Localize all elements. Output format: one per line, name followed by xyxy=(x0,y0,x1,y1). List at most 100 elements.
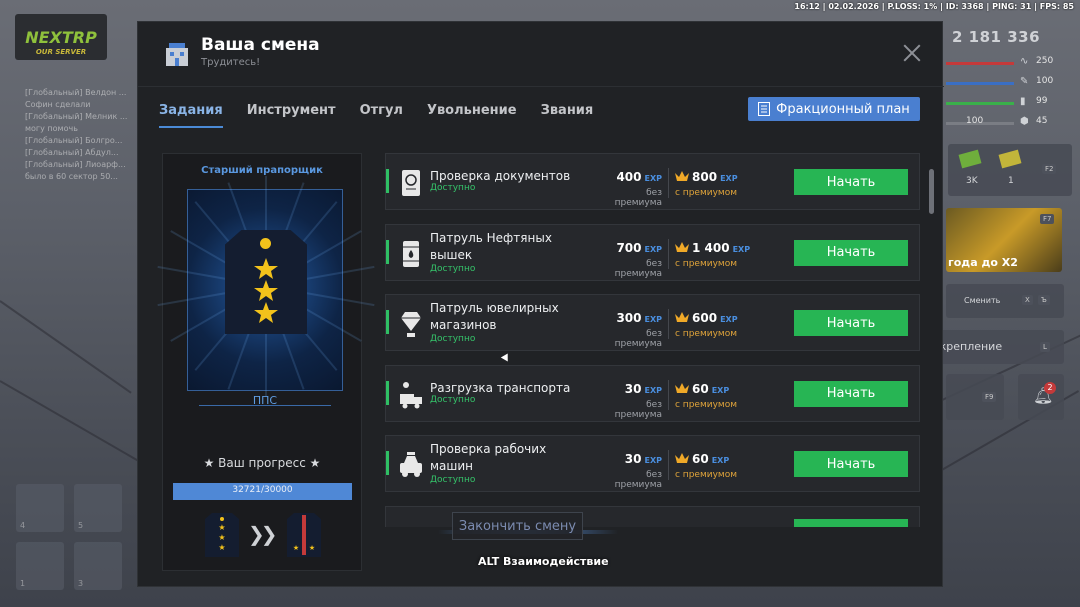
svg-text:★: ★ xyxy=(218,543,225,552)
slot-number: 3 xyxy=(78,579,84,588)
inventory-slot[interactable]: 4 xyxy=(16,484,64,532)
stat-value: 99 xyxy=(1036,96,1048,106)
police-station-icon xyxy=(166,43,188,66)
exp-unit: EXP xyxy=(644,315,663,324)
task-status: Доступно xyxy=(430,183,476,193)
change-tile[interactable]: Сменить X Ъ xyxy=(946,284,1064,318)
task-row: Проверка документов Доступно 400 EXP без пре… xyxy=(385,153,920,210)
svg-text:★: ★ xyxy=(293,544,299,552)
exp-unit: EXP xyxy=(644,385,663,395)
end-shift-button[interactable]: Закончить смену xyxy=(452,512,583,540)
logo-subtext: OUR SERVER xyxy=(35,48,87,56)
window-title: Ваша смена xyxy=(201,35,320,55)
stat-row: ✎ 100 xyxy=(946,76,1066,90)
premium-exp-value: 60 xyxy=(692,452,709,466)
start-task-button[interactable]: Начать xyxy=(794,169,908,195)
gold-icon xyxy=(998,149,1022,169)
task-premium-reward: 600 EXP xyxy=(692,311,738,325)
reward-divider xyxy=(668,238,669,269)
task-accent xyxy=(386,239,389,264)
base-exp-value: 30 xyxy=(624,381,642,396)
pin-icon: ✎ xyxy=(1020,76,1029,87)
change-key-x: X xyxy=(1022,295,1033,305)
exp-unit: EXP xyxy=(711,385,730,395)
chat-line: [Глобальный] Лиоарф... xyxy=(25,160,126,169)
exp-unit: EXP xyxy=(711,456,730,465)
stat-value: 100 xyxy=(1036,76,1054,86)
chat-line: [Глобальный] Болгро... xyxy=(25,136,123,145)
chat-line: могу помочь xyxy=(25,124,78,133)
task-accent xyxy=(386,310,389,334)
task-row: Разгрузка транспорта Доступно 30 EXP без пре… xyxy=(385,364,920,422)
tab-3[interactable]: Увольнение xyxy=(427,103,517,128)
reinforce-tile[interactable]: дкрепление L xyxy=(930,330,1064,364)
tab-4[interactable]: Звания xyxy=(541,103,594,128)
f9-tile[interactable]: F9 xyxy=(946,374,1004,420)
task-premium-reward: 60 EXP xyxy=(692,382,729,396)
passport-icon xyxy=(402,170,420,196)
f7-key: F7 xyxy=(1040,214,1055,224)
premium-exp-value: 800 xyxy=(692,170,718,184)
start-task-button[interactable]: Начать xyxy=(794,451,908,477)
slot-number: 1 xyxy=(20,579,26,588)
base-exp-value: 700 xyxy=(616,240,642,255)
stat-value: 250 xyxy=(1036,56,1054,66)
tab-0[interactable]: Задания xyxy=(159,103,223,128)
start-task-button[interactable]: Начать xyxy=(794,239,908,266)
cash-b-value: 1 xyxy=(1008,176,1014,186)
rank-progress-text: 32721/30000 xyxy=(232,485,293,495)
reward-divider xyxy=(668,168,669,198)
rank-card: Старший прапорщик ППС ★ Ваш прогресс ★ 3… xyxy=(157,153,375,571)
task-row: Патруль Нефтяных вышек Доступно 700 EXP без … xyxy=(385,223,920,281)
interaction-hint: ALT Взаимодействие xyxy=(478,555,609,568)
task-accent xyxy=(386,380,389,405)
tab-bar: Задания Инструмент Отгул Увольнение Звания xyxy=(159,103,593,128)
task-premium-reward: 1 400 EXP xyxy=(692,241,750,255)
notifications-tile[interactable]: 🔔︎ 2 xyxy=(1018,374,1064,420)
tab-2[interactable]: Отгул xyxy=(360,103,403,128)
task-list: Проверка документов Доступно 400 EXP без пре… xyxy=(385,153,921,527)
premium-reward-label: с премиумом xyxy=(675,399,737,410)
task-premium-reward: 800 EXP xyxy=(692,170,738,184)
chat-line: [Глобальный] Абдул... xyxy=(25,148,119,157)
task-row: Патруль ювелирных магазинов Доступно 300 EX… xyxy=(385,294,920,351)
truck-loader-icon xyxy=(400,381,422,408)
exp-unit: EXP xyxy=(720,174,738,183)
slot-number: 5 xyxy=(78,521,84,530)
rank-title: Старший прапорщик xyxy=(201,165,323,176)
armor-icon: ⬢ xyxy=(1020,116,1029,127)
base-exp-value: 400 xyxy=(616,170,642,184)
premium-reward-label: с премиумом xyxy=(675,258,737,269)
crown-icon xyxy=(675,241,689,252)
premium-reward-label: с премиумом xyxy=(675,329,737,339)
tab-1[interactable]: Инструмент xyxy=(247,103,336,128)
button-icon xyxy=(260,238,271,249)
star-icons xyxy=(254,258,278,323)
chat-line: [Глобальный] Велдон ... xyxy=(25,88,127,97)
pulse-icon: ∿ xyxy=(1020,56,1029,67)
task-list-scrollbar[interactable] xyxy=(929,169,934,214)
reward-divider xyxy=(668,309,669,339)
inventory-slot[interactable]: 3 xyxy=(74,542,122,590)
close-icon[interactable] xyxy=(901,42,923,64)
inventory-slot[interactable]: 5 xyxy=(74,484,122,532)
cash-tile[interactable]: 3K 1 F2 xyxy=(948,144,1072,196)
task-status: Доступно xyxy=(430,334,476,344)
inventory-slot[interactable]: 1 xyxy=(16,542,64,590)
promo-banner[interactable]: года до Х2 F7 xyxy=(946,208,1062,272)
next-rank-arrow-icon: ❯❯ xyxy=(248,522,277,546)
hud-top-info: 16:12 | 02.02.2026 | P.LOSS: 1% | ID: 33… xyxy=(794,2,1074,11)
faction-plan-button[interactable]: Фракционный план xyxy=(748,97,920,121)
shoulder-board xyxy=(225,230,307,334)
start-task-button[interactable] xyxy=(794,518,908,527)
next-rank-icon: ★ ★ xyxy=(287,513,321,557)
reward-divider xyxy=(668,450,669,480)
task-base-reward: 400 EXP xyxy=(598,170,662,184)
start-task-button[interactable]: Начать xyxy=(794,310,908,336)
task-name: Проверка рабочих машин xyxy=(430,442,547,473)
start-task-button[interactable]: Начать xyxy=(794,380,908,407)
f9-key: F9 xyxy=(982,392,997,402)
server-logo: NEXTRP OUR SERVER xyxy=(15,14,107,60)
chat-line: [Глобальный] Мелник ... xyxy=(25,112,128,121)
shift-window: Ваша смена Трудитесь! Задания Инструмент О… xyxy=(137,21,944,587)
